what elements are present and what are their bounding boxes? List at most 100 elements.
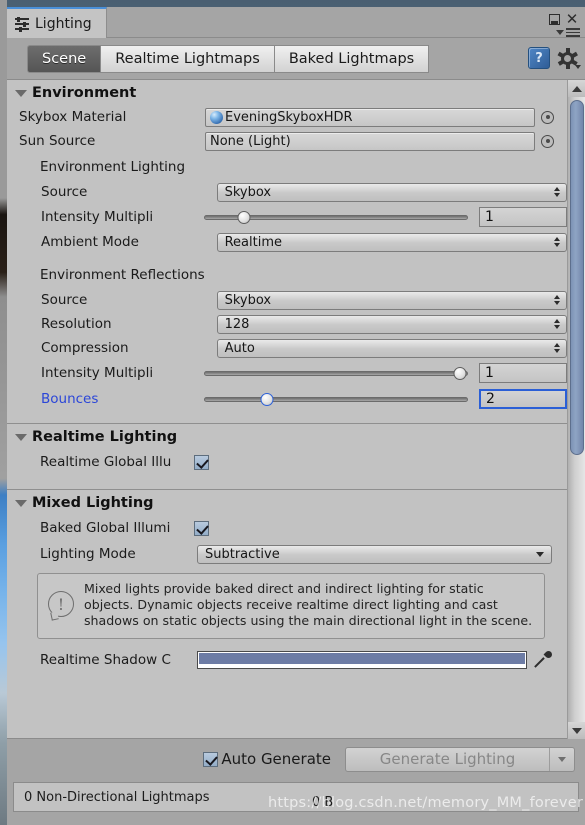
env-lighting-source-dropdown[interactable]: Skybox — [216, 182, 567, 202]
mixed-lighting-info-box: ! Mixed lights provide baked direct and … — [37, 573, 545, 639]
env-lighting-intensity-value[interactable]: 1 — [479, 207, 567, 227]
status-lightmaps-text: 0 Non-Directional Lightmaps — [24, 789, 210, 805]
row-realtime-shadow-color: Realtime Shadow C — [7, 647, 567, 673]
minimize-button[interactable] — [549, 14, 560, 25]
lighting-mode-value: Subtractive — [205, 546, 280, 562]
row-baked-gi: Baked Global Illumi — [7, 515, 567, 541]
ambient-mode-value: Realtime — [224, 234, 283, 250]
skybox-material-label: Skybox Material — [19, 109, 127, 125]
row-ambient-mode: Ambient Mode Realtime — [7, 230, 567, 254]
status-size-text: 0 B — [312, 795, 334, 810]
tab-baked-lightmaps[interactable]: Baked Lightmaps — [274, 44, 430, 73]
refl-compression-label: Compression — [41, 340, 129, 356]
realtime-shadow-color-label: Realtime Shadow C — [40, 652, 171, 668]
material-sphere-icon — [210, 110, 223, 124]
updown-arrows-icon — [554, 295, 560, 305]
row-refl-source: Source Skybox — [7, 288, 567, 312]
baked-gi-checkbox[interactable] — [194, 520, 209, 536]
lighting-window: Lighting ✕ Scene Realtime Lightmaps Bake… — [7, 7, 585, 825]
section-mixed-lighting-title: Mixed Lighting — [32, 495, 154, 511]
refl-intensity-value[interactable]: 1 — [479, 363, 567, 383]
refl-source-dropdown[interactable]: Skybox — [216, 290, 567, 310]
realtime-shadow-color-swatch[interactable] — [197, 651, 527, 669]
env-lighting-intensity-label: Intensity Multipli — [41, 209, 154, 225]
sun-source-picker-icon[interactable] — [541, 134, 554, 148]
refl-source-label: Source — [41, 292, 88, 308]
row-env-lighting-source: Source Skybox — [7, 180, 567, 204]
row-bounces: Bounces 2 — [7, 386, 567, 412]
skybox-material-value: EveningSkyboxHDR — [225, 109, 353, 125]
updown-arrows-icon — [554, 187, 560, 197]
foldout-triangle-icon[interactable] — [15, 433, 27, 441]
section-realtime-lighting-header[interactable]: Realtime Lighting — [7, 424, 567, 449]
env-lighting-intensity-slider[interactable] — [204, 209, 468, 225]
close-icon[interactable]: ✕ — [565, 12, 579, 27]
generate-lighting-button[interactable]: Generate Lighting — [345, 746, 575, 772]
row-refl-compression: Compression Auto — [7, 336, 567, 360]
tab-scene[interactable]: Scene — [27, 44, 102, 73]
environment-reflections-heading: Environment Reflections — [40, 266, 205, 283]
skybox-material-field[interactable]: EveningSkyboxHDR — [205, 107, 535, 127]
slider-knob[interactable] — [260, 392, 274, 406]
auto-generate-checkbox[interactable] — [203, 751, 219, 767]
updown-arrows-icon — [554, 319, 560, 329]
generate-lighting-label: Generate Lighting — [379, 750, 516, 768]
refl-resolution-dropdown[interactable]: 128 — [216, 314, 567, 334]
section-environment-header[interactable]: Environment — [7, 80, 567, 105]
foldout-triangle-icon[interactable] — [15, 89, 27, 97]
section-mixed-lighting-header[interactable]: Mixed Lighting — [7, 490, 567, 515]
refl-source-value: Skybox — [224, 292, 272, 308]
scroll-up-arrow-icon[interactable] — [568, 80, 585, 97]
row-refl-resolution: Resolution 128 — [7, 312, 567, 336]
refl-intensity-slider[interactable] — [204, 365, 468, 381]
desktop-left-strip — [0, 0, 7, 825]
row-refl-intensity: Intensity Multipli 1 — [7, 360, 567, 386]
vertical-scrollbar[interactable] — [567, 80, 585, 739]
slider-knob[interactable] — [453, 366, 467, 380]
env-lighting-source-value: Skybox — [224, 184, 272, 200]
mode-toolbar: Scene Realtime Lightmaps Baked Lightmaps… — [7, 38, 585, 80]
section-environment: Environment Skybox Material EveningSkybo… — [7, 80, 567, 423]
section-realtime-lighting: Realtime Lighting Realtime Global Illu — [7, 424, 567, 489]
tab-realtime-lightmaps[interactable]: Realtime Lightmaps — [101, 44, 275, 73]
settings-content: Environment Skybox Material EveningSkybo… — [7, 80, 567, 738]
refl-resolution-value: 128 — [224, 316, 250, 332]
ambient-mode-dropdown[interactable]: Realtime — [216, 232, 567, 252]
row-skybox-material: Skybox Material EveningSkyboxHDR — [7, 105, 567, 129]
baked-gi-label: Baked Global Illumi — [40, 520, 171, 536]
section-mixed-lighting: Mixed Lighting Baked Global Illumi Light… — [7, 490, 567, 673]
lighting-mode-dropdown[interactable]: Subtractive — [197, 544, 552, 564]
sun-source-field[interactable]: None (Light) — [205, 131, 535, 151]
gear-icon[interactable] — [557, 47, 581, 69]
generate-lighting-dropdown-icon[interactable] — [550, 756, 574, 762]
bounces-value[interactable]: 2 — [479, 389, 567, 409]
chevron-down-icon — [556, 29, 564, 35]
scrollbar-thumb[interactable] — [570, 100, 584, 455]
mixed-lighting-info-text: Mixed lights provide baked direct and in… — [84, 581, 533, 628]
info-icon: ! — [48, 591, 74, 617]
tab-lighting-label: Lighting — [35, 15, 92, 32]
skybox-material-picker-icon[interactable] — [541, 110, 554, 124]
row-env-lighting-intensity: Intensity Multipli 1 — [7, 204, 567, 230]
bounces-label: Bounces — [41, 391, 99, 407]
status-bar: 0 Non-Directional Lightmaps 0 B — [7, 779, 585, 813]
tab-lighting[interactable]: Lighting — [7, 7, 107, 38]
panel-menu-icon[interactable] — [556, 26, 580, 39]
refl-intensity-label: Intensity Multipli — [41, 365, 154, 381]
updown-arrows-icon — [554, 237, 560, 247]
section-environment-title: Environment — [32, 85, 137, 101]
realtime-gi-checkbox[interactable] — [194, 454, 209, 470]
auto-generate-control[interactable]: Auto Generate — [203, 750, 331, 768]
scroll-down-arrow-icon[interactable] — [568, 722, 585, 739]
refl-compression-dropdown[interactable]: Auto — [216, 338, 567, 358]
env-lighting-source-label: Source — [41, 184, 88, 200]
realtime-gi-label: Realtime Global Illu — [40, 454, 172, 470]
eyedropper-icon[interactable] — [534, 649, 554, 669]
updown-arrows-icon — [554, 343, 560, 353]
slider-knob[interactable] — [237, 210, 251, 224]
foldout-triangle-icon[interactable] — [15, 499, 27, 507]
help-icon[interactable]: ? — [528, 47, 550, 69]
window-titlebar: Lighting ✕ — [7, 7, 585, 38]
bounces-slider[interactable] — [204, 391, 468, 407]
settings-scroll-area: Environment Skybox Material EveningSkybo… — [7, 80, 585, 739]
